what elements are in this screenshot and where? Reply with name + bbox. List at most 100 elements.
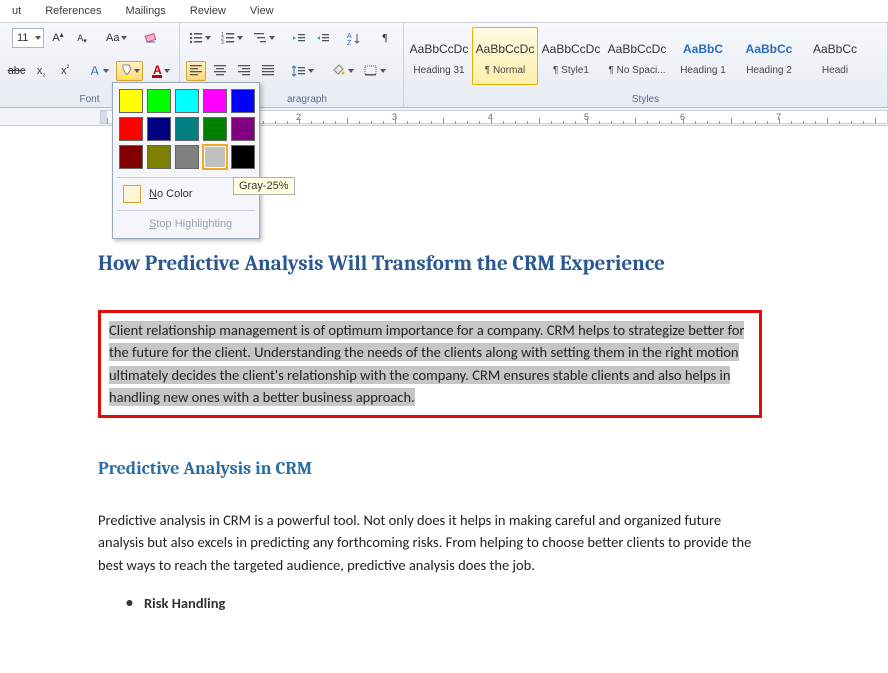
ruler-tick: [563, 121, 564, 124]
align-left-icon: [190, 65, 203, 76]
heading-2[interactable]: Predictive Analysis in CRM: [98, 458, 762, 479]
indent-icon: [316, 32, 330, 44]
paragraph-1[interactable]: Client relationship management is of opt…: [109, 319, 751, 409]
ruler-tick: [359, 121, 360, 124]
ruler-tick: [863, 121, 864, 124]
subscript-button[interactable]: x₂: [31, 61, 51, 81]
line-spacing-button[interactable]: [289, 61, 317, 81]
tab-review[interactable]: Review: [178, 2, 238, 20]
style-item-2[interactable]: AaBbCcDc¶ Style1: [538, 27, 604, 85]
color-swatch[interactable]: [231, 145, 255, 169]
ruler-tick: [803, 121, 804, 124]
color-swatch[interactable]: [203, 89, 227, 113]
decrease-indent-button[interactable]: [289, 28, 309, 48]
clear-formatting-button[interactable]: [141, 28, 163, 48]
increase-indent-button[interactable]: [313, 28, 333, 48]
style-item-6[interactable]: AaBbCcHeadi: [802, 27, 868, 85]
font-color-button[interactable]: A: [147, 61, 173, 81]
selected-text: Client relationship management is of opt…: [109, 321, 744, 406]
ruler-tick: [875, 118, 876, 124]
chevron-down-icon: [237, 36, 243, 40]
paragraph-2[interactable]: Predictive analysis in CRM is a powerful…: [98, 509, 762, 576]
line-spacing-icon: [292, 65, 306, 77]
color-swatch[interactable]: [203, 117, 227, 141]
justify-button[interactable]: [258, 61, 278, 81]
style-name: ¶ Style1: [553, 65, 589, 76]
tab-layout-partial[interactable]: ut: [0, 2, 33, 20]
ruler-tick: [371, 121, 372, 124]
change-case-button[interactable]: Aa: [103, 28, 130, 48]
multilevel-list-button[interactable]: [250, 28, 278, 48]
shrink-font-button[interactable]: A▾: [72, 28, 92, 48]
color-swatch[interactable]: [147, 145, 171, 169]
ruler-tick: [839, 121, 840, 124]
ruler-tick: [611, 121, 612, 124]
shading-button[interactable]: [328, 61, 357, 81]
ruler-tick: [491, 118, 492, 124]
eraser-icon: [144, 31, 160, 45]
color-swatch[interactable]: [119, 145, 143, 169]
style-item-0[interactable]: AaBbCcDcHeading 31: [406, 27, 472, 85]
superscript-button[interactable]: x²: [55, 61, 75, 81]
bullet-item[interactable]: Risk Handling: [98, 594, 762, 612]
ruler-tick: [515, 121, 516, 124]
color-swatch[interactable]: [147, 117, 171, 141]
sort-icon: AZ: [347, 32, 361, 45]
ruler-tick: [311, 121, 312, 124]
color-swatch[interactable]: [175, 89, 199, 113]
style-sample: AaBbCcDc: [410, 37, 469, 61]
ruler-tick: [479, 121, 480, 124]
outdent-icon: [292, 32, 306, 44]
numbering-button[interactable]: 123: [218, 28, 246, 48]
color-swatch-grid: [117, 87, 255, 175]
color-swatch[interactable]: [231, 89, 255, 113]
text-effects-button[interactable]: A: [86, 61, 112, 81]
ruler-tick: [635, 118, 636, 124]
align-center-button[interactable]: [210, 61, 230, 81]
heading-1[interactable]: How Predictive Analysis Will Transform t…: [98, 252, 762, 276]
text-effects-icon: A: [89, 63, 101, 78]
align-right-icon: [238, 65, 251, 76]
color-swatch[interactable]: [147, 89, 171, 113]
borders-button[interactable]: [361, 61, 389, 81]
color-swatch[interactable]: [231, 117, 255, 141]
style-item-4[interactable]: AaBbCHeading 1: [670, 27, 736, 85]
show-marks-button[interactable]: ¶: [375, 28, 395, 48]
tab-view[interactable]: View: [238, 2, 286, 20]
color-swatch[interactable]: [175, 117, 199, 141]
style-item-3[interactable]: AaBbCcDc¶ No Spaci...: [604, 27, 670, 85]
color-swatch[interactable]: [119, 117, 143, 141]
tab-references[interactable]: References: [33, 2, 113, 20]
highlight-color-dropdown: No Color Stop Highlighting Gray-25%: [112, 82, 260, 239]
borders-icon: [364, 65, 378, 77]
ruler-tick: [683, 118, 684, 124]
styles-group: AaBbCcDcHeading 31AaBbCcDc¶ NormalAaBbCc…: [404, 23, 888, 107]
svg-text:A: A: [153, 63, 162, 77]
highlight-color-button[interactable]: [116, 61, 142, 81]
sort-button[interactable]: AZ: [344, 28, 364, 48]
font-size-combo[interactable]: 11: [12, 28, 44, 48]
numbering-icon: 123: [221, 32, 235, 44]
style-item-5[interactable]: AaBbCcHeading 2: [736, 27, 802, 85]
bullets-button[interactable]: [186, 28, 214, 48]
grow-font-button[interactable]: A▴: [48, 28, 68, 48]
align-right-button[interactable]: [234, 61, 254, 81]
ruler-tick: [383, 121, 384, 124]
align-left-button[interactable]: [186, 61, 206, 81]
ruler-tick: [599, 121, 600, 124]
style-item-1[interactable]: AaBbCcDc¶ Normal: [472, 27, 538, 85]
color-swatch[interactable]: [203, 145, 227, 169]
strikethrough-button[interactable]: abc: [6, 61, 27, 81]
ruler-tick: [587, 118, 588, 124]
style-name: ¶ Normal: [485, 65, 525, 76]
ruler-tick: [719, 121, 720, 124]
paint-bucket-icon: [331, 64, 346, 77]
styles-gallery[interactable]: AaBbCcDcHeading 31AaBbCcDc¶ NormalAaBbCc…: [406, 27, 885, 85]
ruler-tick: [107, 118, 108, 124]
color-swatch[interactable]: [119, 89, 143, 113]
chevron-down-icon: [205, 36, 211, 40]
chevron-down-icon: [269, 36, 275, 40]
tab-mailings[interactable]: Mailings: [113, 2, 177, 20]
ruler-tick: [851, 121, 852, 124]
color-swatch[interactable]: [175, 145, 199, 169]
